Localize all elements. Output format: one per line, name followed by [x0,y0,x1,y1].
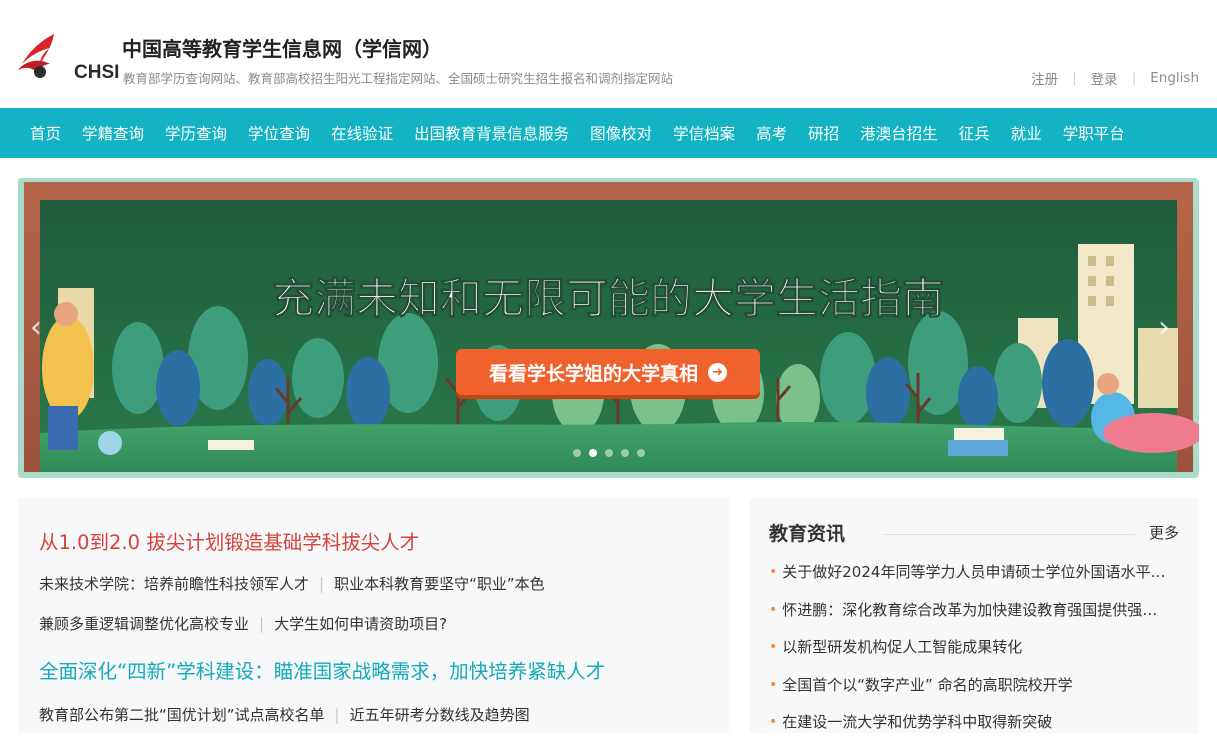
site-subtitle: 教育部学历查询网站、教育部高校招生阳光工程指定网站、全国硕士研究生招生报名和调剂… [123,71,674,86]
nav-item-gaokao[interactable]: 高考 [756,122,787,144]
news-link[interactable]: 以新型研发机构促人工智能成果转化 [782,637,1022,657]
carousel-dot[interactable] [573,449,581,457]
nav-item-degree-cert-query[interactable]: 学历查询 [165,122,227,144]
main-nav: 首页 学籍查询 学历查询 学位查询 在线验证 出国教育背景信息服务 图像校对 学… [0,108,1217,158]
news-link[interactable]: 近五年研考分数线及趋势图 [350,704,530,725]
nav-item-photo-check[interactable]: 图像校对 [590,122,652,144]
news-row: 兼顾多重逻辑调整优化高校专业 | 大学生如何申请资助项目? [39,613,447,634]
logo-text: CHSI [74,62,120,83]
nav-item-home[interactable]: 首页 [30,122,61,144]
list-item[interactable]: • 全国首个以“数字产业” 命名的高职院校开学 [769,675,1179,713]
carousel-dot[interactable] [605,449,613,457]
bullet-icon: • [769,564,778,580]
banner-cta-label: 看看学长学姐的大学真相 [488,362,698,385]
nav-item-online-verify[interactable]: 在线验证 [331,122,393,144]
site-header: CHSI 中国高等教育学生信息网（学信网） 教育部学历查询网站、教育部高校招生阳… [0,0,1217,108]
login-link[interactable]: 登录 [1091,68,1118,88]
divider: | [1131,70,1137,86]
english-link[interactable]: English [1150,70,1199,86]
chsi-logo[interactable]: CHSI [16,30,120,86]
nav-item-career-platform[interactable]: 学职平台 [1063,122,1125,144]
news-link[interactable]: 大学生如何申请资助项目? [274,613,447,634]
divider: | [334,705,340,724]
divider: | [319,574,325,593]
site-title: 中国高等教育学生信息网（学信网） [122,37,442,61]
news-link[interactable]: 未来技术学院：培养前瞻性科技领军人才 [39,573,309,594]
edu-news-list: •关于做好2024年同等学力人员申请硕士学位外国语水平全国统一考试报名工作的通知… [769,562,1179,750]
carousel-dot[interactable] [621,449,629,457]
banner-illustration: 充满未知和无限可能的大学生活指南 [18,178,1199,478]
nav-item-degree-query[interactable]: 学位查询 [248,122,310,144]
carousel-dot-active[interactable] [589,449,597,457]
arrow-right-icon: ➜ [708,362,727,382]
nav-item-employment[interactable]: 就业 [1011,122,1042,144]
headline-link[interactable]: 从1.0到2.0 拔尖计划锻造基础学科拔尖人才 [39,526,419,555]
chevron-right-icon[interactable]: › [1152,308,1176,348]
banner-title: 充满未知和无限可能的大学生活指南 [272,274,944,323]
bullet-icon: • [769,714,778,730]
news-link[interactable]: 关于做好2024年同等学力人员申请硕士学位外国语水平全国统一考试报名工作的通知 [782,562,1172,582]
headline-link[interactable]: 全面深化“四新”学科建设：瞄准国家战略需求，加快培养紧缺人才 [39,655,605,684]
news-link[interactable]: 职业本科教育要坚守“职业”本色 [334,573,545,594]
list-item[interactable]: • 怀进鹏：深化教育综合改革为加快建设教育强国提供强大动力 [769,600,1179,638]
nav-item-overseas-service[interactable]: 出国教育背景信息服务 [414,122,569,144]
carousel-dot[interactable] [637,449,645,457]
list-item[interactable]: •关于做好2024年同等学力人员申请硕士学位外国语水平全国统一考试报名工作的通知 [769,562,1179,600]
list-item[interactable]: • 以新型研发机构促人工智能成果转化 [769,637,1179,675]
divider: | [259,614,265,633]
carousel-dots [573,449,645,457]
banner-cta-button[interactable]: 看看学长学姐的大学真相 ➜ [456,349,760,395]
nav-item-hmt-admission[interactable]: 港澳台招生 [860,122,938,144]
bullet-icon: • [769,676,778,693]
news-link[interactable]: 在建设一流大学和优势学科中取得新突破 [782,712,1052,732]
news-row: 未来技术学院：培养前瞻性科技领军人才 | 职业本科教育要坚守“职业”本色 [39,573,545,594]
news-row: 教育部公布第二批“国优计划”试点高校名单 | 近五年研考分数线及趋势图 [39,704,530,725]
news-link[interactable]: 兼顾多重逻辑调整优化高校专业 [39,613,249,634]
register-link[interactable]: 注册 [1031,68,1058,88]
featured-news-panel: 从1.0到2.0 拔尖计划锻造基础学科拔尖人才 未来技术学院：培养前瞻性科技领军… [18,498,729,733]
more-link[interactable]: 更多 [1149,522,1179,543]
nav-item-conscription[interactable]: 征兵 [959,122,990,144]
news-link[interactable]: 全国首个以“数字产业” 命名的高职院校开学 [782,675,1072,695]
top-links: 注册 | 登录 | English [1031,68,1199,88]
bullet-icon: • [769,601,778,618]
nav-item-archive[interactable]: 学信档案 [673,122,735,144]
divider: | [1072,70,1077,86]
news-link[interactable]: 怀进鹏：深化教育综合改革为加快建设教育强国提供强大动力 [782,600,1172,620]
chevron-left-icon[interactable]: ‹ [24,308,48,348]
bullet-icon: • [769,639,778,655]
nav-item-yanzhao[interactable]: 研招 [808,122,839,144]
hero-banner[interactable]: 充满未知和无限可能的大学生活指南 看看学长学姐的大学真相 ➜ ‹ › [18,178,1199,478]
nav-item-enrollment-query[interactable]: 学籍查询 [82,122,144,144]
list-item[interactable]: • 在建设一流大学和优势学科中取得新突破 [769,712,1179,750]
news-link[interactable]: 教育部公布第二批“国优计划”试点高校名单 [39,704,325,725]
divider [883,534,1135,535]
section-title: 教育资讯 [769,523,846,545]
edu-news-panel: 教育资讯 更多 •关于做好2024年同等学力人员申请硕士学位外国语水平全国统一考… [749,498,1199,733]
